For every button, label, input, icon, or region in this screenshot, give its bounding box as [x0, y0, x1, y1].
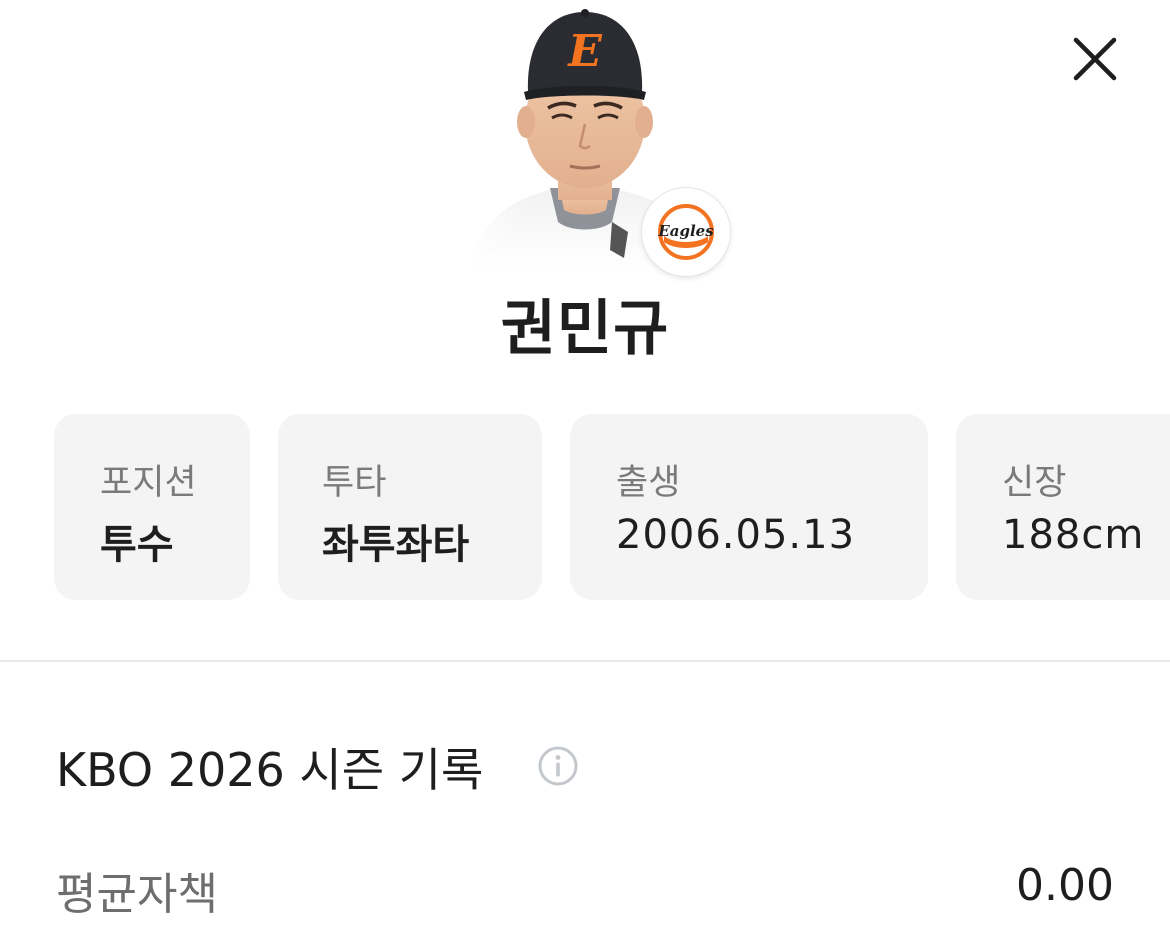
info-card-position: 포지션 투수	[54, 414, 250, 600]
team-logo-badge: Eagles	[642, 188, 730, 276]
info-circle-icon	[538, 746, 578, 786]
info-card-birth: 출생 2006.05.13	[570, 414, 928, 600]
info-label: 출생	[616, 463, 681, 503]
info-value: 188cm	[1002, 512, 1145, 558]
close-icon	[1073, 37, 1117, 81]
info-card-height: 신장 188cm	[956, 414, 1170, 600]
section-divider	[0, 660, 1170, 662]
info-value: 투수	[100, 522, 174, 568]
player-name: 권민규	[500, 294, 670, 364]
info-button[interactable]	[536, 744, 580, 788]
team-logo: Eagles	[657, 204, 714, 260]
info-value: 좌투좌타	[322, 522, 470, 568]
info-label: 포지션	[100, 463, 197, 503]
stat-label-era: 평균자책	[56, 869, 218, 920]
info-card-batting-throwing: 투타 좌투좌타	[278, 414, 542, 600]
info-label: 투타	[322, 463, 387, 503]
season-record-title: KBO 2026 시즌 기록	[56, 743, 484, 797]
team-logo-text: Eagles	[657, 222, 714, 240]
cap-letter: E	[566, 26, 603, 77]
info-value: 2006.05.13	[616, 512, 856, 558]
stat-value-era: 0.00	[1016, 860, 1114, 911]
info-label: 신장	[1002, 463, 1067, 503]
close-button[interactable]	[1062, 26, 1128, 92]
